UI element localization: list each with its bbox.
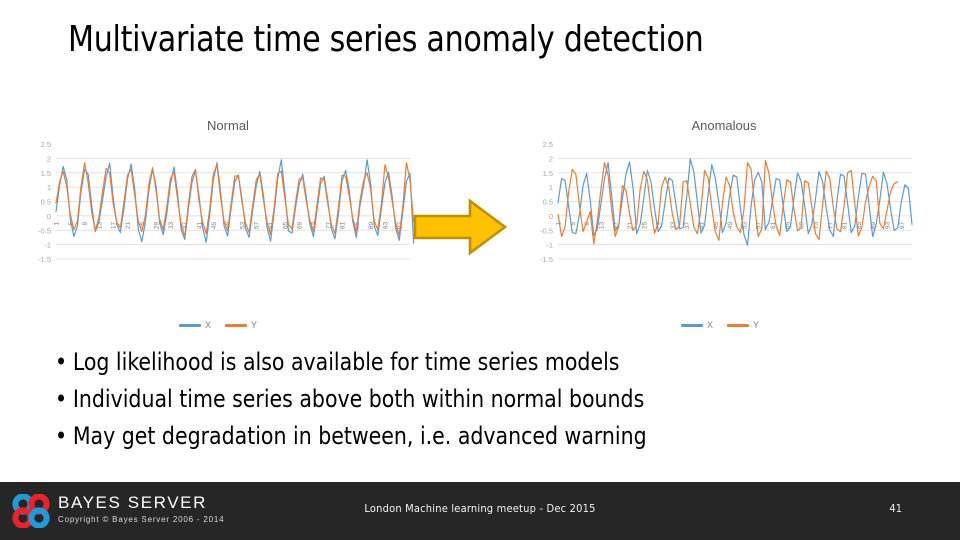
y-tick-label: 2.5 xyxy=(41,140,51,149)
list-item: • Log likelihood is also available for ti… xyxy=(55,344,872,381)
y-tick-label: 1.5 xyxy=(41,169,51,178)
x-tick-label: 69 xyxy=(297,221,304,229)
plot-area-normal: 2.5 2 1.5 1 0.5 0 -0.5 -1 -1.5 1 5 9 13 17 21 25 29 33 37 4… xyxy=(18,138,418,303)
x-tick-label: 21 xyxy=(125,221,132,229)
x-tick-label: 9 xyxy=(82,222,89,226)
svg-text:45: 45 xyxy=(211,221,218,229)
legend-swatch-y xyxy=(225,323,247,327)
svg-text:49: 49 xyxy=(727,221,734,229)
y-tick-label: 1 xyxy=(47,183,51,192)
y-tick-label: -1.5 xyxy=(540,255,553,264)
svg-text:21: 21 xyxy=(125,221,132,229)
bullet-text: Log likelihood is also available for tim… xyxy=(72,348,620,376)
y-tick-label: -1 xyxy=(44,241,51,250)
svg-text:33: 33 xyxy=(168,221,175,229)
x-tick-label: 97 xyxy=(899,221,906,229)
y-tick-label: -0.5 xyxy=(38,226,51,235)
bullet-marker: • xyxy=(55,385,68,414)
right-arrow-icon xyxy=(413,198,508,256)
x-tick-label: 45 xyxy=(211,221,218,229)
chart-title-normal: Normal xyxy=(207,118,249,133)
y-tick-label: 2 xyxy=(549,154,553,163)
x-tick-label: 1 xyxy=(54,222,61,226)
x-tick-label: 49 xyxy=(727,221,734,229)
x-tick-label: 93 xyxy=(884,221,891,229)
svg-text:1: 1 xyxy=(54,222,61,226)
slide: Multivariate time series anomaly detecti… xyxy=(0,0,960,540)
x-tick-label: 13 xyxy=(598,221,605,229)
y-tick-label: 2 xyxy=(47,154,51,163)
x-tick-label: 25 xyxy=(641,221,648,229)
x-tick-label: 81 xyxy=(340,221,347,229)
svg-text:81: 81 xyxy=(842,221,849,229)
footer-event-text: London Machine learning meetup - Dec 201… xyxy=(364,502,596,515)
svg-text:13: 13 xyxy=(598,221,605,229)
y-tick-label: -1 xyxy=(546,241,553,250)
right-arrow-shape xyxy=(413,198,508,256)
legend-swatch-y xyxy=(727,323,749,327)
x-tick-label: 81 xyxy=(842,221,849,229)
chart-anomalous: Anomalous 2.5 2 1.5 1 0.5 0 -0.5 -1 -1.5 1 5 9 13 17 2… xyxy=(520,116,920,330)
x-tick-label: 93 xyxy=(382,221,389,229)
bullet-marker: • xyxy=(55,422,68,451)
plot-svg-anomalous: 2.521.510.50-0.5-1-1.51 5 9 13 17 21 25 29 33 37 4… xyxy=(540,140,913,264)
x-tick-label: 57 xyxy=(254,221,261,229)
y-tick-label: 1 xyxy=(549,183,553,192)
legend-item-y: Y xyxy=(225,320,257,330)
page-number: 41 xyxy=(889,502,902,515)
list-item: • May get degradation in between, i.e. ad… xyxy=(55,418,872,455)
svg-text:93: 93 xyxy=(884,221,891,229)
legend-label-y: Y xyxy=(251,320,258,330)
svg-text:69: 69 xyxy=(297,221,304,229)
legend-item-x: X xyxy=(178,320,211,330)
svg-text:25: 25 xyxy=(641,221,648,229)
svg-text:93: 93 xyxy=(382,221,389,229)
legend-swatch-x xyxy=(178,323,201,327)
legend-swatch-x xyxy=(680,323,703,327)
legend-label-y: Y xyxy=(753,320,760,330)
x-tick-label: 33 xyxy=(168,221,175,229)
svg-text:57: 57 xyxy=(254,221,261,229)
legend-label-x: X xyxy=(204,320,211,330)
svg-text:37: 37 xyxy=(684,221,691,229)
y-tick-label: 2.5 xyxy=(543,140,553,149)
legend-label-x: X xyxy=(706,320,713,330)
svg-text:9: 9 xyxy=(82,222,89,226)
legend-item-y: Y xyxy=(727,320,759,330)
legend-normal: X Y xyxy=(18,320,418,330)
copyright-text: Copyright © Bayes Server 2006 - 2014 xyxy=(58,515,225,524)
y-tick-label: -1.5 xyxy=(38,255,51,264)
page-title: Multivariate time series anomaly detecti… xyxy=(68,19,704,60)
x-tick-label: 37 xyxy=(684,221,691,229)
y-tick-label: 1.5 xyxy=(543,169,553,178)
bullet-text: Individual time series above both within… xyxy=(72,385,645,414)
y-tick-label: 0 xyxy=(549,212,553,221)
bullet-list: • Log likelihood is also available for ti… xyxy=(55,344,872,456)
y-tick-label: 0.5 xyxy=(543,198,553,207)
y-tick-label: -0.5 xyxy=(540,226,553,235)
bullet-text: May get degradation in between, i.e. adv… xyxy=(72,422,647,451)
chart-normal: Normal 2.5 2 1.5 1 0.5 0 -0.5 -1 -1.5 1 5 9 13 17 21 25… xyxy=(18,116,418,330)
y-tick-label: 0 xyxy=(47,212,51,221)
y-tick-label: 0.5 xyxy=(41,198,51,207)
svg-text:97: 97 xyxy=(899,221,906,229)
bullet-marker: • xyxy=(55,348,68,376)
plot-svg-normal: 2.521.510.50-0.5-1-1.51 5 9 13 17 21 25 29 33 37 4… xyxy=(38,140,415,264)
list-item: • Individual time series above both withi… xyxy=(55,381,872,418)
chart-title-anomalous: Anomalous xyxy=(691,118,757,133)
plot-area-anomalous: 2.5 2 1.5 1 0.5 0 -0.5 -1 -1.5 1 5 9 13 17 21 25 29 33 37 4… xyxy=(520,138,920,303)
footer-bar: BAYES SERVER Copyright © Bayes Server 20… xyxy=(0,482,960,540)
legend-item-x: X xyxy=(680,320,713,330)
svg-text:81: 81 xyxy=(340,221,347,229)
legend-anomalous: X Y xyxy=(520,320,920,330)
